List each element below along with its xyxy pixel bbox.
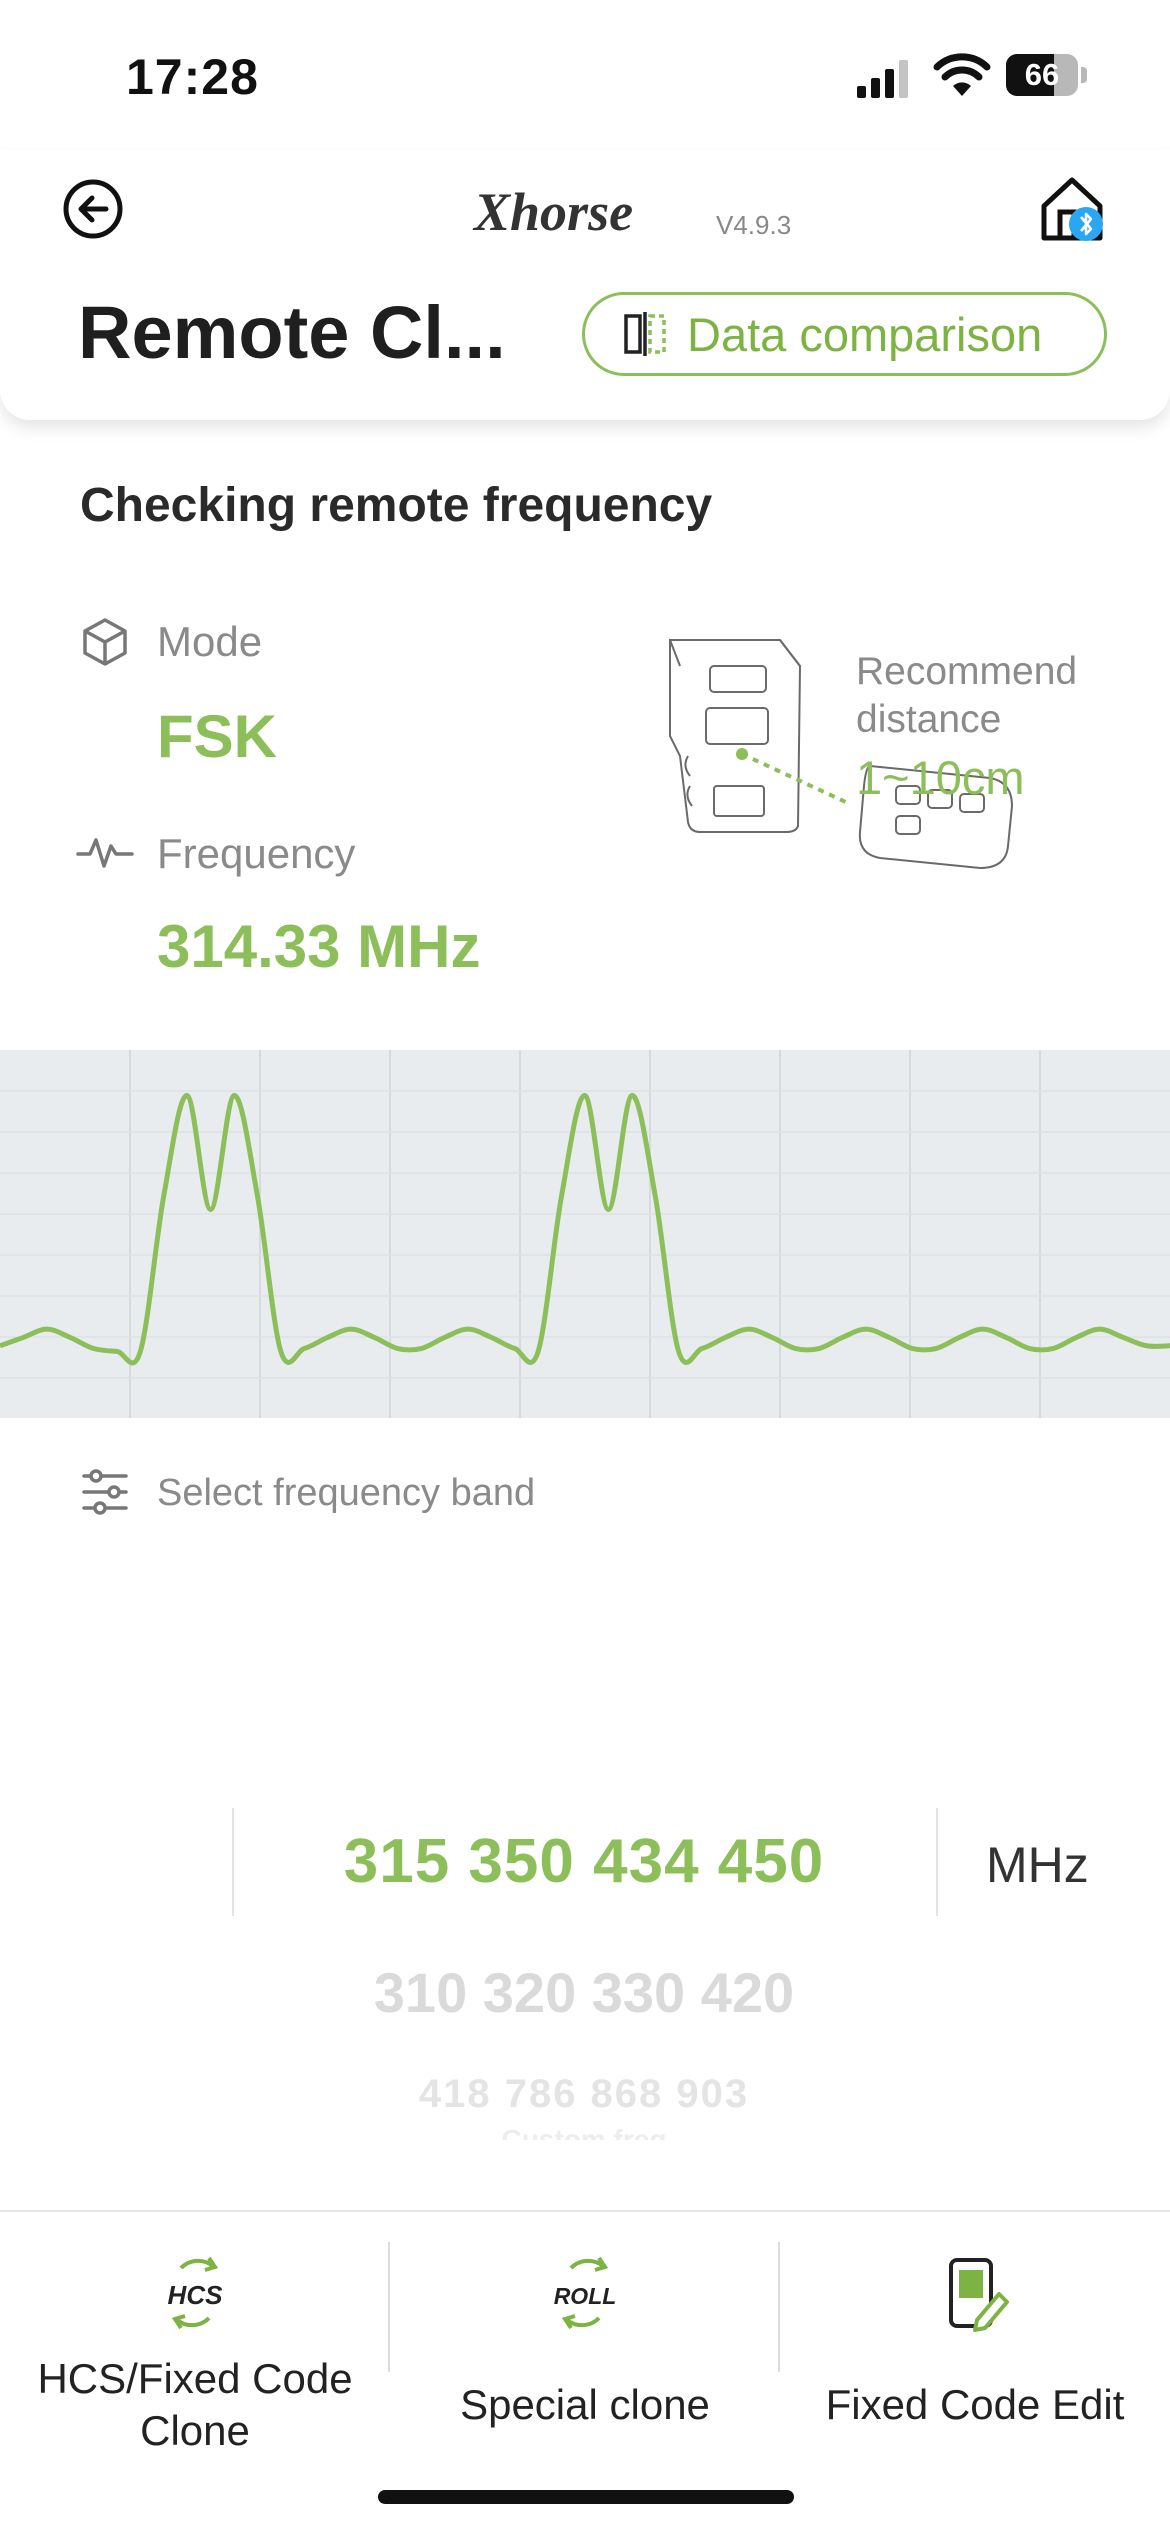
pulse-icon — [76, 838, 134, 868]
svg-text:HCS: HCS — [168, 2280, 224, 2310]
frequency-unit: MHz — [986, 1837, 1089, 1893]
mode-value: FSK — [157, 703, 277, 770]
hcs-icon: HCS — [168, 2256, 224, 2330]
header: Xhorse V4.9.3 Remote Cl... Data comparis… — [0, 150, 1170, 420]
tab-label: HCS/Fixed Code Clone — [37, 2355, 353, 2454]
brand-logo: Xhorse — [472, 182, 633, 242]
tab-hcs-fixed-code-clone[interactable]: HCS HCS/Fixed Code Clone — [0, 2254, 390, 2457]
home-indicator — [378, 2490, 794, 2504]
recommend-distance-value: 1~10cm — [856, 751, 1025, 804]
band-picker-option[interactable]: 310 320 330 420 — [234, 1960, 934, 2025]
tab-special-clone[interactable]: ROLL Special clone — [390, 2254, 780, 2431]
svg-text:ROLL: ROLL — [554, 2283, 617, 2309]
cube-icon — [83, 618, 127, 666]
band-picker-option[interactable]: 418 786 868 903 — [234, 2072, 934, 2117]
status-bar: 17:28 66 — [0, 0, 1170, 150]
page-title: Remote Cl... — [78, 291, 506, 374]
frequency-label: Frequency — [157, 830, 356, 877]
tab-fixed-code-edit[interactable]: Fixed Code Edit — [780, 2254, 1170, 2431]
compare-icon — [624, 312, 666, 356]
data-comparison-label: Data comparison — [687, 307, 1043, 361]
back-arrow-icon[interactable] — [62, 178, 124, 240]
recommend-distance-label: Recommend distance — [856, 650, 1078, 741]
tab-label: Special clone — [460, 2381, 710, 2428]
band-picker-selected[interactable]: 315 350 434 450 — [234, 1826, 934, 1897]
wifi-icon — [933, 53, 991, 96]
waveform-line — [0, 1093, 1170, 1366]
roll-icon: ROLL — [554, 2256, 617, 2330]
signal-waveform-chart — [0, 1050, 1170, 1418]
battery-percent: 66 — [1024, 57, 1060, 92]
status-heading: Checking remote frequency — [80, 479, 713, 532]
bottom-tab-bar: HCS HCS/Fixed Code Clone ROLL Special cl… — [0, 2210, 1170, 2532]
frequency-band-label[interactable]: Select frequency band — [157, 1472, 535, 1515]
battery-icon: 66 — [1006, 54, 1088, 96]
app-version: V4.9.3 — [716, 210, 792, 240]
home-bluetooth-icon[interactable] — [1038, 172, 1108, 246]
band-picker-option[interactable]: Custom freq — [234, 2124, 934, 2140]
frequency-value: 314.33 MHz — [157, 913, 481, 980]
cellular-signal-icon — [857, 60, 908, 98]
status-time: 17:28 — [126, 49, 259, 105]
data-comparison-button[interactable]: Data comparison — [582, 292, 1107, 376]
sliders-icon — [82, 1469, 128, 1515]
brand-logo-text: Xhorse — [472, 182, 633, 242]
edit-phone-icon — [949, 2258, 1009, 2332]
picker-divider — [936, 1808, 938, 1916]
mode-label: Mode — [157, 618, 263, 665]
tab-label: Fixed Code Edit — [825, 2381, 1125, 2428]
